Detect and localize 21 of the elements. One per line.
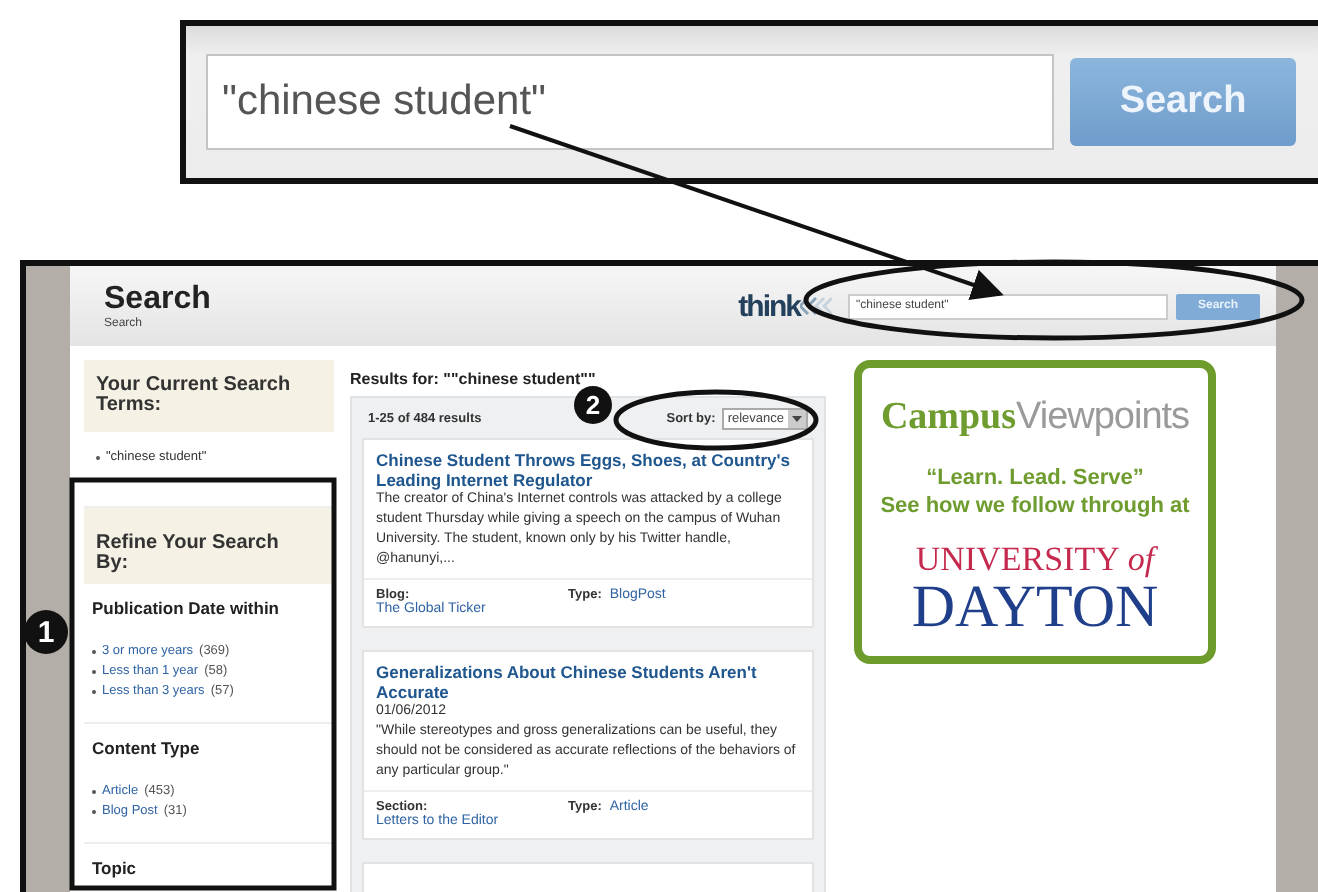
search-field[interactable]: "chinese student" <box>206 54 1054 150</box>
section-heading: Refine Your Search By: <box>84 508 334 584</box>
caret-icon <box>792 415 802 421</box>
facet-title: Publication Date within <box>92 598 282 618</box>
ad-brand: Viewpoints <box>1016 396 1190 440</box>
advertisement[interactable]: CampusViewpoints “Learn. Lead. Serve” See how we follow through at UNIVERSITY of DAYTON <box>854 360 1216 664</box>
ad-university: UNIVERSITY <box>915 540 1120 580</box>
logo-text: think <box>738 289 800 323</box>
result-title[interactable]: Generalizations About Chinese Students Aren't Accurate <box>376 662 800 702</box>
chevrons-icon <box>800 296 832 316</box>
ad-slogan: “Learn. Lead. Serve” <box>926 464 1144 492</box>
ad-university: DAYTON <box>911 580 1159 636</box>
page-title: Search <box>104 282 211 317</box>
facet-title: Content Type <box>92 738 202 758</box>
facet-title: Topic <box>92 858 139 878</box>
result-title[interactable]: Chinese Student Throws Eggs, Shoes, at Country's Leading Internet Regulator <box>376 450 800 490</box>
ad-brand: Campus <box>880 396 1017 440</box>
section-heading: Your Current Search Terms: <box>84 360 334 432</box>
ad-university: of <box>1127 540 1155 580</box>
ad-text: See how we follow through at <box>880 492 1190 520</box>
results-heading: Results for: ""chinese student"" <box>350 370 598 388</box>
